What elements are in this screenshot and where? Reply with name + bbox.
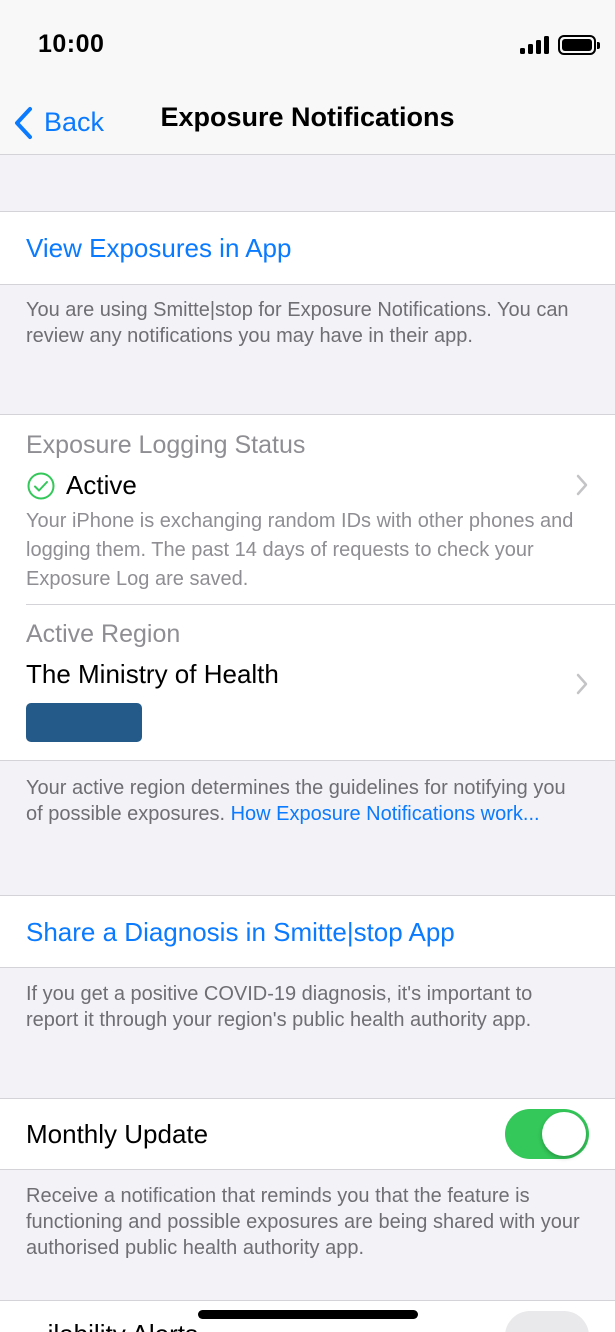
page-title: Exposure Notifications	[160, 102, 455, 132]
chevron-right-icon	[576, 474, 588, 496]
monthly-update-cell: Monthly Update	[0, 1098, 615, 1170]
availability-alerts-label: ...ilability Alerts	[26, 1319, 198, 1332]
monthly-update-toggle[interactable]	[505, 1109, 589, 1159]
cellular-signal-icon	[520, 36, 550, 54]
share-diagnosis-footer: If you get a positive COVID-19 diagnosis…	[26, 983, 533, 1031]
exposure-notifications-screen: 10:00 Back Exposure Notifications View E…	[0, 0, 615, 1332]
battery-icon	[558, 35, 600, 55]
chevron-right-icon	[576, 673, 588, 695]
logging-description: Your iPhone is exchanging random IDs wit…	[26, 510, 574, 590]
status-bar: 10:00	[0, 0, 615, 90]
status-region-group: Exposure Logging Status Active Your iPho…	[0, 414, 615, 761]
view-exposures-cell[interactable]: View Exposures in App	[0, 211, 615, 285]
exposure-logging-row[interactable]: Exposure Logging Status Active Your iPho…	[0, 415, 615, 605]
logging-status-label: Exposure Logging Status	[26, 431, 306, 459]
view-exposures-link[interactable]: View Exposures in App	[26, 233, 291, 264]
checkmark-circle-icon	[27, 472, 55, 499]
region-badge	[26, 703, 142, 742]
view-exposures-footer: You are using Smitte|stop for Exposure N…	[26, 299, 569, 347]
region-footer: Your active region determines the guidel…	[26, 775, 586, 827]
monthly-update-footer: Receive a notification that reminds you …	[26, 1185, 580, 1259]
home-indicator	[198, 1310, 418, 1319]
logging-status: Active	[26, 470, 137, 501]
share-diagnosis-link[interactable]: Share a Diagnosis in Smitte|stop App	[26, 917, 455, 948]
active-region-row[interactable]: Active Region The Ministry of Health	[0, 605, 615, 762]
logging-status-value: Active	[66, 470, 137, 500]
active-region-label: Active Region	[26, 620, 181, 648]
status-time: 10:00	[38, 30, 105, 58]
active-region-value: The Ministry of Health	[26, 659, 279, 689]
toggle-knob	[542, 1112, 586, 1156]
navigation-bar: Back Exposure Notifications	[0, 90, 615, 155]
share-diagnosis-cell[interactable]: Share a Diagnosis in Smitte|stop App	[0, 895, 615, 968]
monthly-update-label: Monthly Update	[26, 1119, 209, 1149]
availability-alerts-toggle[interactable]	[505, 1311, 589, 1332]
how-exposure-notifications-work-link[interactable]: How Exposure Notifications work...	[231, 803, 540, 825]
